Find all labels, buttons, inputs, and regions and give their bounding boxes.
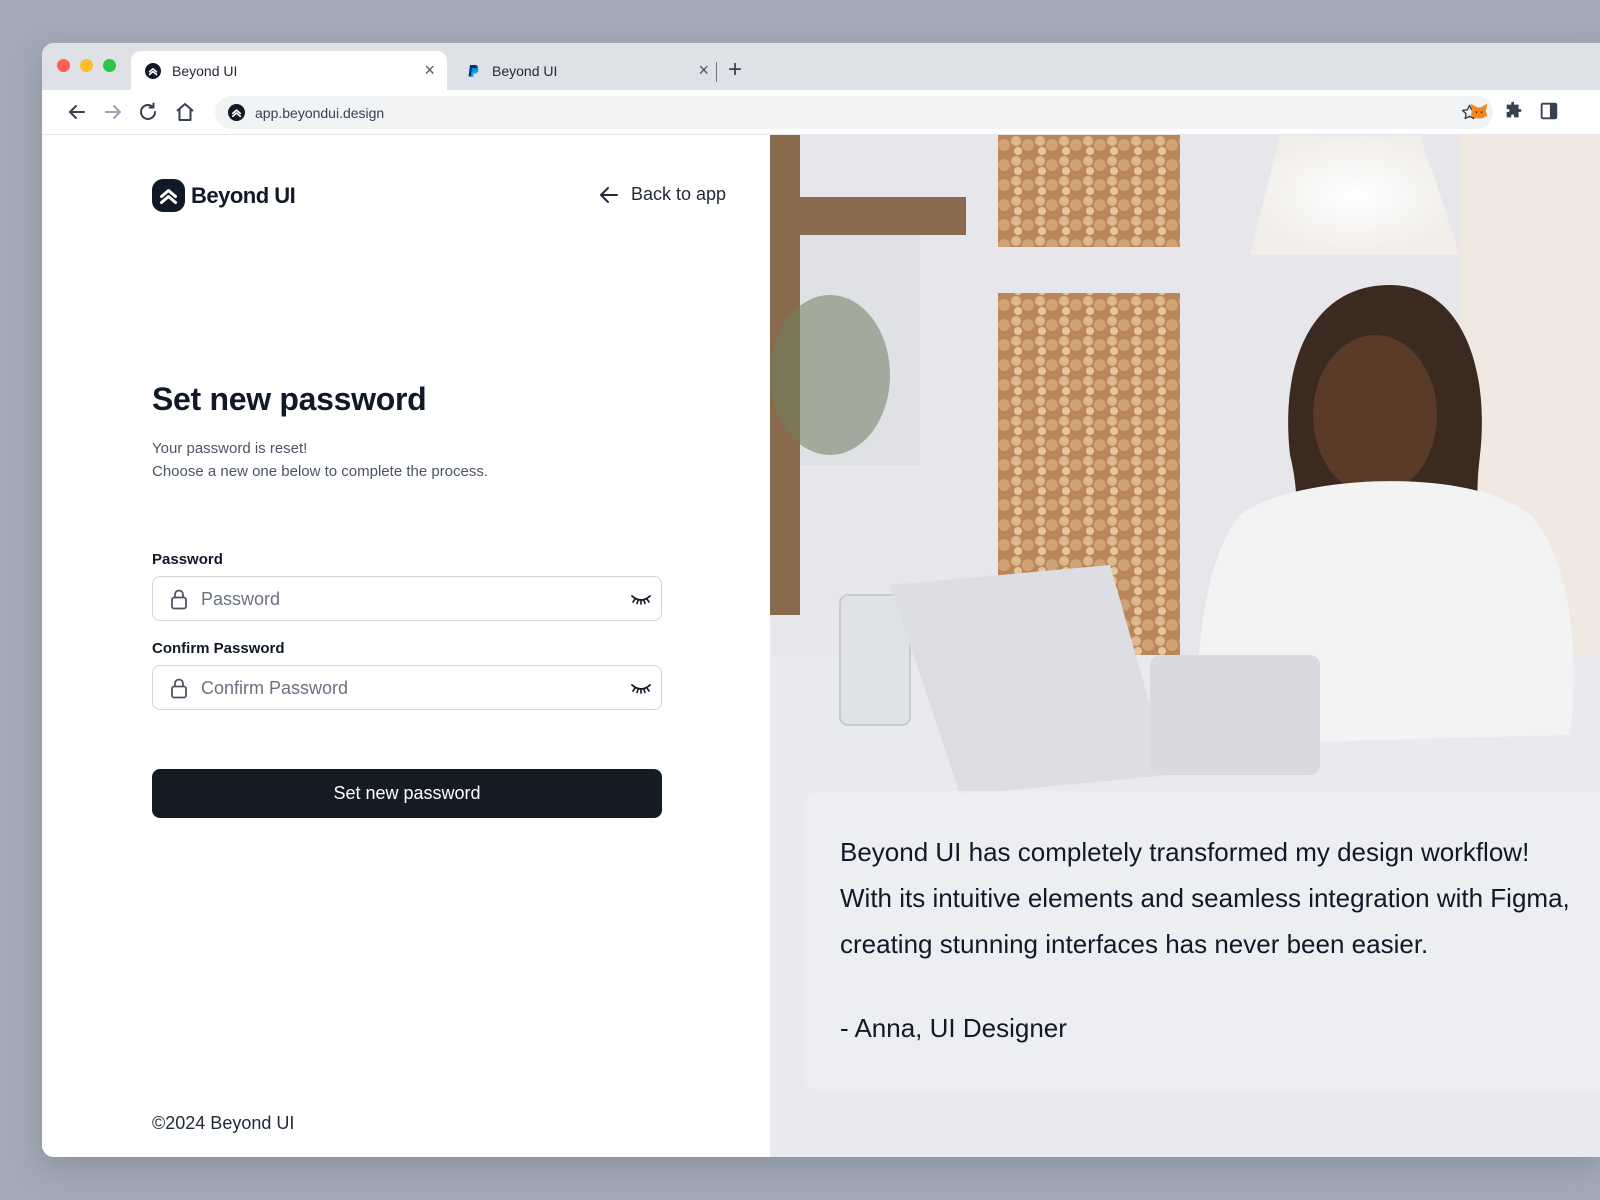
tab-title: Beyond UI [492,63,558,79]
testimonial-author: - Anna, UI Designer [840,1013,1067,1043]
side-panel-icon[interactable] [1538,100,1560,122]
back-to-app-link[interactable]: Back to app [599,184,726,205]
new-tab-button[interactable]: + [728,56,742,84]
back-arrow-icon[interactable] [65,100,89,124]
page-title: Set new password [152,381,427,417]
minimize-window-button[interactable] [80,59,93,72]
reload-icon[interactable] [136,100,160,124]
site-logo-icon [228,104,245,121]
subtitle-line: Choose a new one below to complete the p… [152,463,489,480]
beyond-ui-logo-icon [152,179,185,212]
set-new-password-button[interactable]: Set new password [152,769,662,818]
auth-panel: Beyond UI Back to app Set new password Y… [42,135,770,1157]
hero-panel: Beyond UI has completely transformed my … [770,135,1600,1157]
paypal-icon [468,65,479,77]
forward-arrow-icon[interactable] [101,100,125,124]
extensions-puzzle-icon[interactable] [1503,100,1525,122]
tab-strip: Beyond UI × Beyond UI × + [42,43,1600,90]
eye-closed-icon[interactable] [630,591,652,607]
confirm-password-input[interactable] [201,674,601,702]
back-to-app-label: Back to app [630,184,726,204]
testimonial-card: Beyond UI has completely transformed my … [804,791,1600,1091]
close-window-button[interactable] [57,59,70,72]
lock-icon [171,678,187,699]
password-label: Password [152,551,223,568]
tab-beyond-ui-active[interactable]: Beyond UI × [131,51,447,90]
maximize-window-button[interactable] [103,59,116,72]
tab-separator [716,62,717,82]
window-controls [57,59,116,72]
tab-title: Beyond UI [172,63,238,79]
close-tab-icon[interactable]: × [698,60,709,80]
close-tab-icon[interactable]: × [424,60,435,80]
brand-name: Beyond UI [191,182,296,208]
lock-icon [171,589,187,610]
eye-closed-icon[interactable] [630,680,652,696]
password-input[interactable] [201,585,601,613]
tab-beyond-ui-inactive[interactable]: Beyond UI × [451,51,721,90]
metamask-fox-icon[interactable] [1468,100,1490,122]
confirm-password-label: Confirm Password [152,640,285,657]
testimonial-quote: Beyond UI has completely transformed my … [840,837,1570,959]
browser-toolbar: app.beyondui.design [42,90,1600,135]
url-text: app.beyondui.design [255,105,385,121]
subtitle-line: Your password is reset! [152,440,308,457]
address-bar[interactable]: app.beyondui.design [215,96,1493,129]
brand-logo[interactable]: Beyond UI [152,179,296,212]
arrow-left-icon [599,186,618,203]
beyond-ui-logo-icon [145,63,161,79]
browser-window: Beyond UI × Beyond UI × + app.beyondui.d… [42,43,1600,1157]
confirm-password-field [152,665,662,710]
page-subtitle: Your password is reset! Choose a new one… [152,437,488,483]
copyright-text: ©2024 Beyond UI [152,1113,295,1133]
home-icon[interactable] [173,100,197,124]
password-field [152,576,662,621]
